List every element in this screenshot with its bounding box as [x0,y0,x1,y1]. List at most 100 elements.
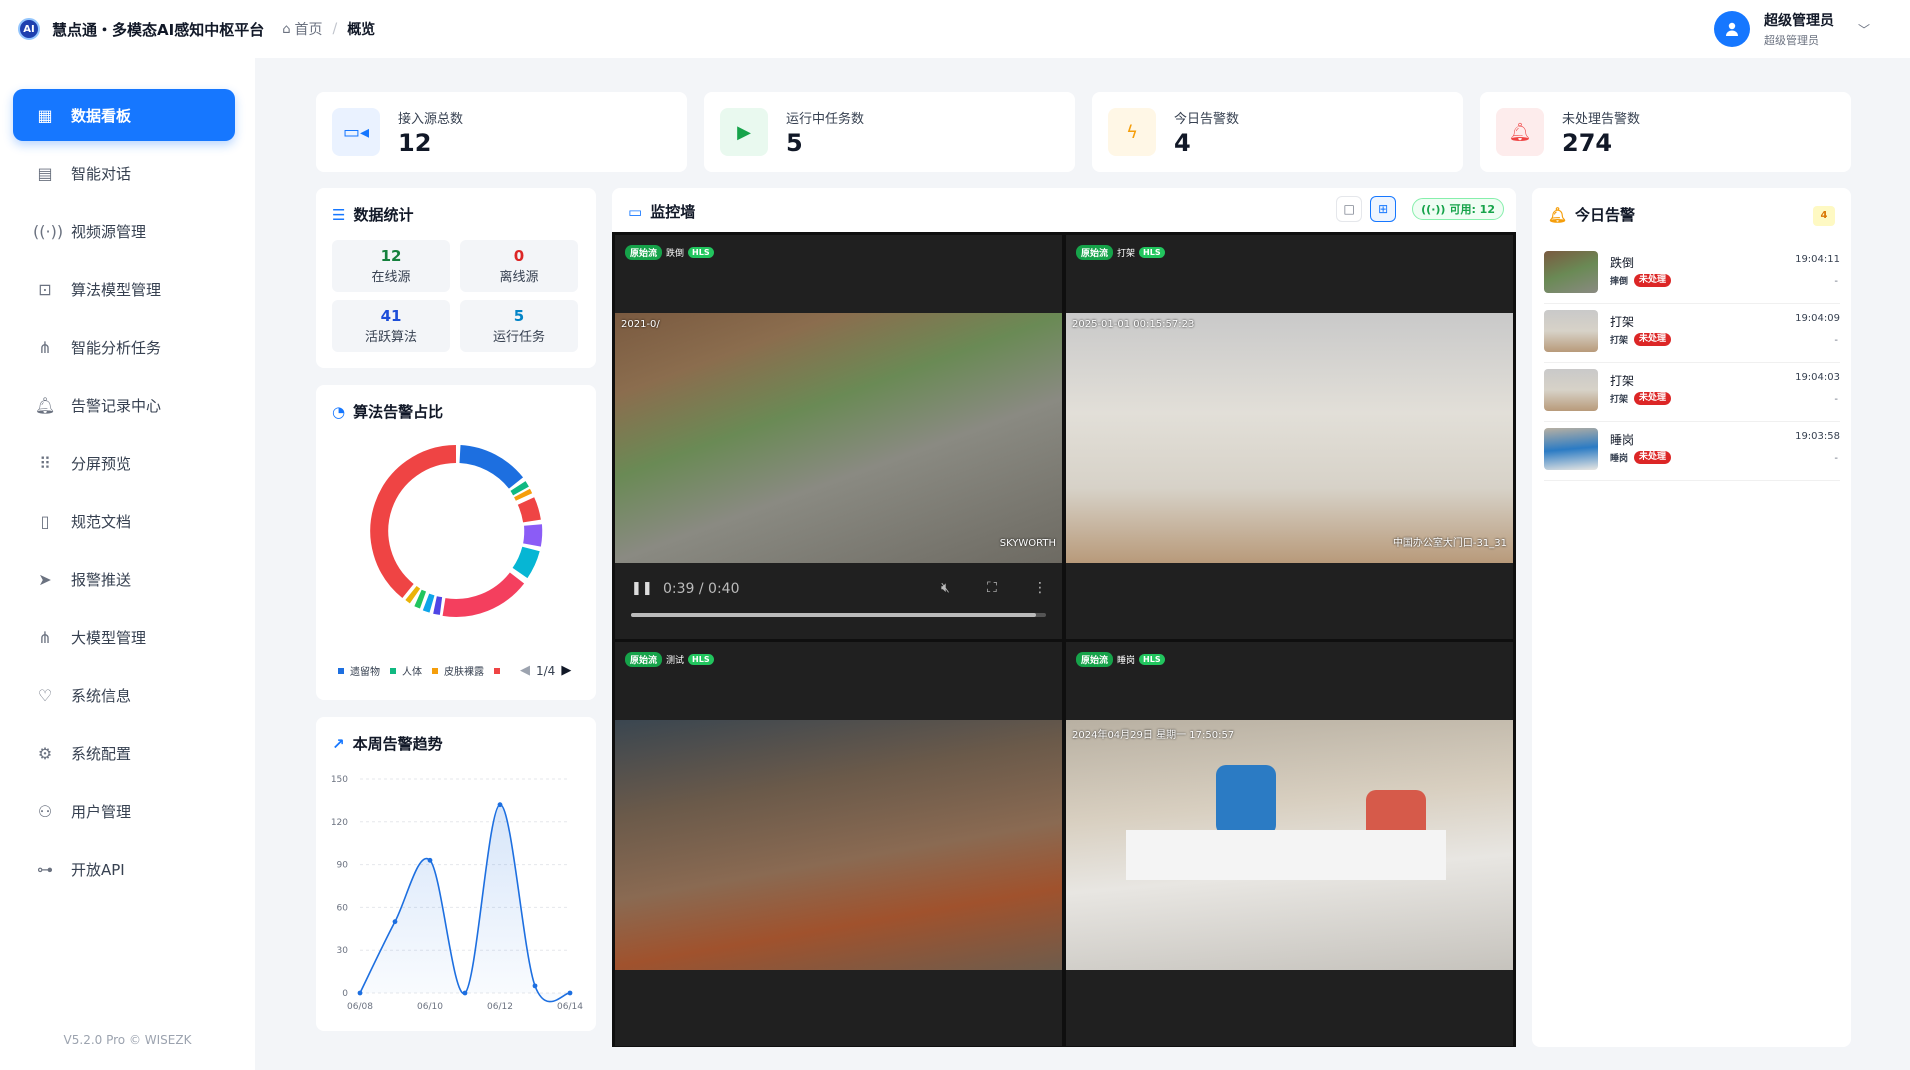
card-title: 监控墙 [650,203,696,221]
video-timestamp: 2024年04月29日 星期一 17:50:57 [1072,730,1235,741]
video-cell[interactable]: 原始流 打架 HLS 2025-01-01 00:15:57:23 中国办公室大… [1066,235,1513,639]
alert-thumbnail[interactable] [1544,251,1598,293]
video-progress-bar[interactable] [631,613,1046,617]
alert-name: 打架 [1610,374,1635,388]
data-point[interactable] [462,990,468,996]
legend-item[interactable]: 人体 [390,663,422,678]
trend-chart[interactable]: 0 30 60 90 120 150 06/08 06/10 06/12 06/14 [316,717,596,1031]
stat-value: 41 [380,307,402,325]
stat-label: 活跃算法 [364,330,417,345]
cell-name: 测试 [666,656,685,666]
legend-item[interactable]: 遗留物 [338,663,380,678]
video-player[interactable]: 2025-01-01 00:15:57:23 中国办公室大门口-31_31 [1066,313,1513,563]
alert-item[interactable]: 跌倒 摔倒 未处理 19:04:11 - [1544,246,1840,304]
alert-thumbnail[interactable] [1544,369,1598,411]
single-view-button[interactable]: □ [1336,196,1363,222]
donut-slice[interactable] [523,524,543,547]
sidebar-item-tasks[interactable]: ⋔ 智能分析任务 [13,321,235,373]
video-cell[interactable]: 原始流 睡岗 HLS 2024年04月29日 星期一 17:50:57 [1066,642,1513,1046]
avatar[interactable] [1713,11,1750,47]
mute-icon[interactable]: 🔇︎ [941,580,950,596]
alert-time: 19:03:58 [1795,431,1840,442]
donut-slice[interactable] [414,589,427,609]
sidebar-item-settings[interactable]: ⚙ 系统配置 [13,727,235,779]
data-point[interactable] [357,990,363,996]
data-point[interactable] [392,919,398,925]
donut-slice[interactable] [459,445,524,489]
data-point[interactable] [567,990,573,996]
chevron-left-icon[interactable]: ◀ [520,663,530,678]
alert-type: 打架 [1610,395,1629,405]
legend-item[interactable] [494,667,506,674]
sidebar-item-users[interactable]: ⚇ 用户管理 [13,785,235,837]
video-player[interactable] [615,720,1062,970]
donut-slice[interactable] [442,572,525,617]
sidebar-item-open-api[interactable]: ⊶ 开放API [13,843,235,895]
donut-slice[interactable] [517,497,541,523]
monitor-icon: ▭ [628,202,643,221]
video-cell[interactable]: 原始流 跌倒 HLS 2021-0/ SKYWORTH ❚❚ 0:39 / 0:… [615,235,1062,639]
chevron-right-icon[interactable]: ▶ [561,663,571,678]
alert-type: 睡岗 [1610,454,1629,464]
grid-view-button[interactable]: ⊞ [1370,196,1397,222]
legend-item[interactable]: 皮肤裸露 [432,663,484,678]
alert-item[interactable]: 睡岗 睡岗 未处理 19:03:58 - [1544,423,1840,481]
more-icon[interactable]: ⋮ [1033,580,1047,596]
sidebar-item-dashboard[interactable]: ▦ 数据看板 [13,89,235,141]
breadcrumb-home[interactable]: 首页 [294,19,322,39]
chevron-down-icon[interactable]: ﹀ [1858,21,1870,38]
breadcrumb: ⌂ 首页 / 概览 [282,19,375,39]
donut-slice[interactable] [370,445,457,599]
sidebar-item-split-preview[interactable]: ⠿ 分屏预览 [13,437,235,489]
donut-chart[interactable] [366,441,546,621]
donut-slice[interactable] [405,585,421,604]
alert-thumbnail[interactable] [1544,310,1598,352]
sidebar-item-chat[interactable]: ▤ 智能对话 [13,147,235,199]
sidebar-item-system-info[interactable]: ♡ 系统信息 [13,669,235,721]
user-icon [1725,22,1738,36]
sidebar-item-alarms[interactable]: 🔔︎ 告警记录中心 [13,379,235,431]
sidebar-item-label: 视频源管理 [71,222,147,241]
video-player[interactable]: 2021-0/ SKYWORTH [615,313,1062,563]
donut-slice[interactable] [510,481,529,496]
stat-label: 接入源总数 [398,111,464,127]
sidebar-item-algorithms[interactable]: ⊡ 算法模型管理 [13,263,235,315]
donut-slice[interactable] [422,593,435,613]
stat-card-running-tasks[interactable]: ▶ 运行中任务数 5 [704,92,1075,172]
stat-card-sources[interactable]: ▭◂ 接入源总数 12 [316,92,687,172]
stat-card-unhandled-alarms[interactable]: 🔔︎ 未处理告警数 274 [1480,92,1851,172]
sidebar-item-docs[interactable]: ▯ 规范文档 [13,495,235,547]
stat-card-today-alarms[interactable]: ϟ 今日告警数 4 [1092,92,1463,172]
donut-slice[interactable] [512,546,540,579]
user-menu[interactable]: 超级管理员 超级管理员 ﹀ [1713,10,1870,48]
donut-slice[interactable] [433,596,443,615]
version-text: V5.2.0 Pro © WISEZK [63,1033,192,1047]
video-cell[interactable]: 原始流 测试 HLS [615,642,1062,1046]
data-point[interactable] [532,983,538,989]
fullscreen-icon[interactable]: ⛶ [987,580,997,596]
data-point[interactable] [427,857,433,863]
sidebar-item-label: 开放API [71,860,125,879]
app-logo[interactable]: AI [18,18,40,40]
network-icon: ⋔ [38,627,52,647]
video-player[interactable]: 2024年04月29日 星期一 17:50:57 [1066,720,1513,970]
sidebar-item-llm[interactable]: ⋔ 大模型管理 [13,611,235,663]
series-area [360,804,570,1002]
alert-item[interactable]: 打架 打架 未处理 19:04:03 - [1544,364,1840,422]
data-point[interactable] [497,802,503,808]
monitor-wall: 原始流 跌倒 HLS 2021-0/ SKYWORTH ❚❚ 0:39 / 0:… [612,232,1516,1047]
sidebar-item-video-sources[interactable]: ((·)) 视频源管理 [13,205,235,257]
donut-slice[interactable] [514,488,533,501]
available-badge: ((·)) 可用: 12 [1412,198,1504,220]
video-watermark: 中国办公室大门口-31_31 [1392,538,1507,549]
bell-icon: 🔔︎ [1496,108,1544,156]
sidebar-item-push[interactable]: ➤ 报警推送 [13,553,235,605]
sidebar: ▦ 数据看板 ▤ 智能对话 ((·)) 视频源管理 ⊡ 算法模型管理 ⋔ 智能分… [0,58,255,1070]
pause-icon[interactable]: ❚❚ [631,581,653,596]
home-icon[interactable]: ⌂ [282,22,290,37]
today-alerts-card: 🔔︎ 今日告警 4 跌倒 摔倒 未处理 19:04:11 - 打架 打架 未处理 19… [1532,188,1851,1047]
alert-thumbnail[interactable] [1544,428,1598,470]
y-tick-label: 90 [337,861,349,871]
x-tick-label: 06/08 [347,1002,373,1012]
alert-item[interactable]: 打架 打架 未处理 19:04:09 - [1544,305,1840,363]
